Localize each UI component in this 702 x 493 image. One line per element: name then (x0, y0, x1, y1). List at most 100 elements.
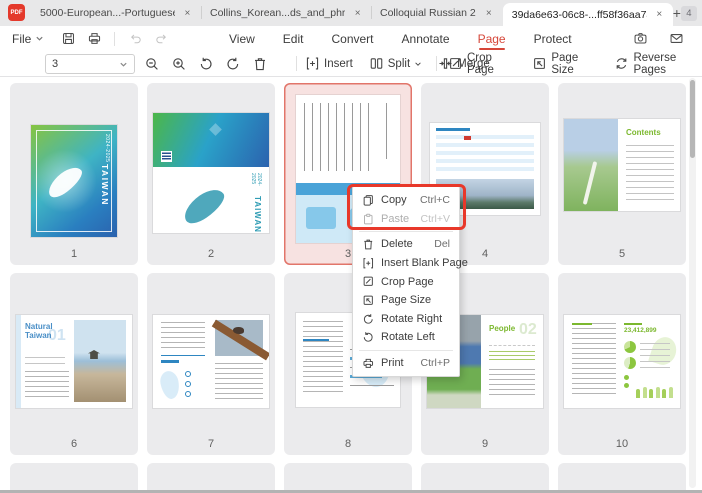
page-cell-partial[interactable] (284, 463, 412, 493)
menu-item-shortcut: Del (434, 238, 450, 250)
zoom-in-button[interactable] (168, 53, 190, 75)
context-menu-item-rotate-right[interactable]: Rotate Right (353, 310, 459, 329)
delete-page-button[interactable] (249, 53, 271, 75)
tab-close-icon[interactable]: × (655, 9, 664, 20)
menu-item-shortcut: Ctrl+V (421, 213, 450, 225)
rotate-right-button[interactable] (222, 53, 244, 75)
divider (436, 56, 437, 71)
split-icon (369, 56, 384, 71)
mail-icon[interactable] (664, 29, 688, 49)
infographic-icon (185, 381, 191, 387)
split-page-button[interactable]: Split (369, 56, 422, 71)
menu-item-label: Delete (381, 238, 426, 250)
menu-tab-annotate[interactable]: Annotate (401, 27, 451, 51)
page-cell-5[interactable]: Contents 5 (558, 83, 686, 265)
context-menu-item-delete[interactable]: Delete Del (353, 235, 459, 254)
banner-gradient (153, 113, 269, 167)
page-number: 5 (558, 248, 686, 260)
undo-button[interactable] (123, 29, 147, 49)
context-menu-item-rotate-left[interactable]: Rotate Left (353, 328, 459, 347)
page-10-thumbnail: 23,412,899 (564, 315, 680, 408)
page-cell-partial[interactable] (558, 463, 686, 493)
print-button[interactable] (82, 29, 106, 49)
crop-page-icon (361, 275, 375, 289)
thumbnail-grid: 2024-2025 TAIWAN 1 2024-2025 TAIWAN 2 (0, 77, 702, 493)
page-size-icon (532, 56, 547, 71)
page-size-icon (361, 293, 375, 307)
cover-years: 2024-2025 (250, 173, 262, 194)
page-cell-partial[interactable] (421, 463, 549, 493)
chapter-number: 02 (519, 321, 537, 339)
page-cell-7[interactable]: 7 (147, 273, 275, 455)
railing (212, 320, 269, 361)
rotate-left-button[interactable] (195, 53, 217, 75)
tab-close-icon[interactable]: × (484, 8, 494, 19)
titlebar-right-controls: 4 (681, 0, 702, 26)
infographic-icon (185, 371, 191, 377)
green-heading-bar (624, 323, 642, 325)
menu-item-label: Insert Blank Page (381, 257, 468, 269)
contents-title: Contents (626, 128, 661, 137)
page-cell-partial[interactable] (10, 463, 138, 493)
pavilion-shape (88, 350, 100, 359)
blue-heading-bar (303, 339, 329, 341)
page-cell-2[interactable]: 2024-2025 TAIWAN 2 (147, 83, 275, 265)
tab-close-icon[interactable]: × (183, 8, 192, 19)
paste-icon (361, 212, 375, 226)
map-blob (306, 207, 336, 229)
menu-tab-convert[interactable]: Convert (330, 27, 374, 51)
reverse-pages-button[interactable]: Reverse Pages (614, 52, 702, 76)
page-6-thumbnail: 01 Natural Taiwan (16, 315, 132, 408)
menu-item-label: Paste (381, 213, 413, 225)
context-menu: CopyCtrl+C Paste Ctrl+V Delete Del Insert Bla… (352, 186, 460, 377)
page-cell-10[interactable]: 23,412,899 10 (558, 273, 686, 455)
document-tab-1[interactable]: 5000-European...-Portuguese *× (31, 0, 201, 26)
page-size-button[interactable]: Page Size (532, 52, 596, 76)
page-number: 1 (10, 248, 138, 260)
menu-tab-page[interactable]: Page (477, 27, 507, 51)
page-cell-6[interactable]: 01 Natural Taiwan 6 (10, 273, 138, 455)
screenshot-camera-icon[interactable] (628, 29, 652, 49)
page-number: 9 (421, 438, 549, 450)
reverse-pages-icon (614, 56, 629, 71)
save-button[interactable] (56, 29, 80, 49)
context-menu-item-copy[interactable]: CopyCtrl+C (353, 191, 459, 210)
tab-label: Collins_Korean...ds_and_phrases (210, 7, 345, 19)
context-menu-item-crop-page[interactable]: Crop Page (353, 272, 459, 291)
rotated-text-lines (304, 103, 370, 171)
blue-rule (161, 355, 205, 356)
chevron-down-icon (35, 34, 44, 43)
context-menu-item-page-size[interactable]: Page Size (353, 291, 459, 310)
page-number: 7 (147, 438, 275, 450)
notification-count-badge[interactable]: 4 (681, 6, 697, 21)
new-tab-button[interactable]: + (673, 0, 681, 26)
page-number-combobox[interactable]: 3 (45, 54, 135, 74)
insert-page-button[interactable]: Insert (305, 56, 353, 71)
tab-label: Colloquial Russian 2 (380, 7, 476, 19)
body-text-lines (161, 322, 205, 350)
redo-button[interactable] (149, 29, 173, 49)
file-menu-button[interactable]: File (12, 32, 44, 46)
insert-label: Insert (324, 58, 353, 70)
document-tab-4[interactable]: 39da6e63-06c8-...ff58f36aa7ad *× (503, 3, 673, 26)
divider (296, 56, 297, 71)
body-text-lines (303, 321, 343, 395)
rotate-right-icon (361, 312, 375, 326)
tab-close-icon[interactable]: × (353, 8, 362, 19)
menu-tab-view[interactable]: View (228, 27, 256, 51)
menu-tab-edit[interactable]: Edit (282, 27, 305, 51)
page-cell-1[interactable]: 2024-2025 TAIWAN 1 (10, 83, 138, 265)
scrollbar-thumb[interactable] (690, 80, 695, 158)
app-logo-icon: PDF (8, 4, 25, 21)
crop-page-button[interactable]: Crop Page (448, 52, 514, 76)
document-tab-3[interactable]: Colloquial Russian 2 × (371, 0, 503, 26)
zoom-out-button[interactable] (141, 53, 163, 75)
page-number: 6 (10, 438, 138, 450)
page-cell-partial[interactable] (147, 463, 275, 493)
context-menu-item-insert-blank-page[interactable]: Insert Blank Page (353, 254, 459, 273)
context-menu-item-print[interactable]: PrintCtrl+P (353, 354, 459, 373)
menu-tab-protect[interactable]: Protect (533, 27, 573, 51)
page-7-thumbnail (153, 315, 269, 408)
taiwan-island-shape (179, 184, 229, 228)
document-tab-2[interactable]: Collins_Korean...ds_and_phrases × (201, 0, 371, 26)
